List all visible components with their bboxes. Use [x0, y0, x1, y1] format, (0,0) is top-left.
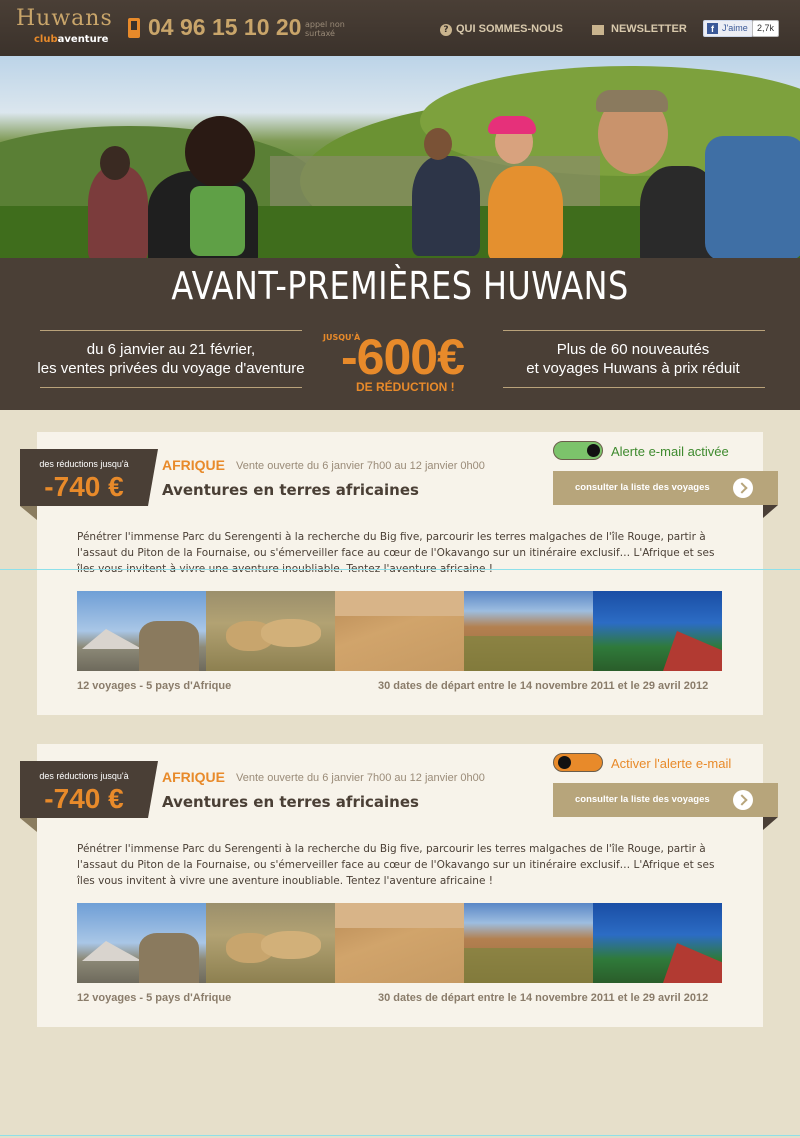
divider	[40, 387, 302, 388]
trip-list-button[interactable]: consulter la liste des voyages	[553, 783, 778, 817]
photo-canyon-hikers[interactable]	[464, 903, 593, 983]
divider	[503, 330, 765, 331]
brand-subtitle: clubaventure	[34, 34, 109, 45]
nav-qui-sommes-nous[interactable]: QUI SOMMES-NOUS	[456, 23, 563, 35]
chevron-right-icon	[733, 478, 753, 498]
discount-ribbon: des réductions jusqu'à -740 €	[20, 761, 158, 818]
button-fold	[763, 817, 778, 830]
nav-newsletter[interactable]: NEWSLETTER	[611, 23, 687, 35]
promo-title: AVANT-PREMIÈRES HUWANS	[171, 264, 629, 308]
photo-okavango-canoe[interactable]	[593, 903, 722, 983]
photo-canyon-hikers[interactable]	[464, 591, 593, 671]
facebook-like-label: J'aime	[722, 23, 748, 33]
card-title: Aventures en terres africaines	[162, 793, 419, 811]
departure-dates: 30 dates de départ entre le 14 novembre …	[378, 680, 709, 692]
facebook-icon: f	[707, 23, 718, 34]
guide-line	[0, 1135, 800, 1136]
ribbon-amount: -740 €	[44, 783, 124, 814]
trip-list-button-label: consulter la liste des voyages	[575, 482, 710, 493]
photo-strip	[77, 591, 723, 671]
promo-discount-label: DE RÉDUCTION !	[356, 380, 455, 394]
photo-desert-trek[interactable]	[335, 903, 464, 983]
button-fold	[763, 505, 778, 518]
chevron-right-icon	[733, 790, 753, 810]
trip-list-button[interactable]: consulter la liste des voyages	[553, 471, 778, 505]
sale-dates: Vente ouverte du 6 janvier 7h00 au 12 ja…	[236, 772, 485, 784]
photo-lions[interactable]	[206, 591, 335, 671]
ribbon-lead: des réductions jusqu'à	[39, 771, 129, 781]
photo-kilimanjaro[interactable]	[77, 591, 206, 671]
phone-number: 04 96 15 10 20	[148, 14, 302, 40]
card-description: Pénétrer l'immense Parc du Serengenti à …	[77, 843, 715, 887]
question-icon: ?	[440, 24, 452, 36]
divider	[40, 330, 302, 331]
toggle-knob	[587, 444, 600, 457]
facebook-like-button[interactable]: f J'aime	[703, 20, 753, 37]
discount-ribbon: des réductions jusqu'à -740 €	[20, 449, 158, 506]
email-alert-toggle[interactable]	[553, 441, 603, 460]
sale-dates: Vente ouverte du 6 janvier 7h00 au 12 ja…	[236, 460, 485, 472]
ribbon-amount: -740 €	[44, 471, 124, 502]
photo-desert-trek[interactable]	[335, 591, 464, 671]
ribbon-fold	[20, 506, 37, 520]
promo-right-text: Plus de 60 nouveautés et voyages Huwans …	[526, 341, 740, 377]
hero-photo	[0, 56, 800, 258]
divider	[503, 387, 765, 388]
promo-left-text: du 6 janvier au 21 février, les ventes p…	[37, 341, 305, 377]
newsletter-icon	[592, 25, 604, 35]
ribbon-lead: des réductions jusqu'à	[39, 459, 129, 469]
phone-icon	[128, 18, 140, 38]
email-alert-label[interactable]: Alerte e-mail activée	[611, 444, 729, 459]
toggle-knob	[558, 756, 571, 769]
photo-kilimanjaro[interactable]	[77, 903, 206, 983]
ribbon-fold	[20, 818, 37, 832]
region-label: AFRIQUE	[162, 769, 225, 785]
photo-lions[interactable]	[206, 903, 335, 983]
promo-discount-amount: -600€	[341, 329, 465, 385]
card-title: Aventures en terres africaines	[162, 481, 419, 499]
email-alert-toggle[interactable]	[553, 753, 603, 772]
trip-count: 12 voyages - 5 pays d'Afrique	[77, 680, 232, 692]
photo-strip	[77, 903, 723, 983]
phone-note: appel non surtaxé	[305, 20, 345, 38]
departure-dates: 30 dates de départ entre le 14 novembre …	[378, 992, 709, 1004]
brand-name: Huwans	[16, 6, 113, 31]
huwans-logo[interactable]: Huwans clubaventure	[16, 6, 112, 50]
region-label: AFRIQUE	[162, 457, 225, 473]
email-alert-label[interactable]: Activer l'alerte e-mail	[611, 756, 731, 771]
photo-okavango-canoe[interactable]	[593, 591, 722, 671]
guide-line	[0, 569, 800, 570]
facebook-like-count: 2,7k	[752, 20, 780, 37]
trip-count: 12 voyages - 5 pays d'Afrique	[77, 992, 232, 1004]
trip-list-button-label: consulter la liste des voyages	[575, 794, 710, 805]
